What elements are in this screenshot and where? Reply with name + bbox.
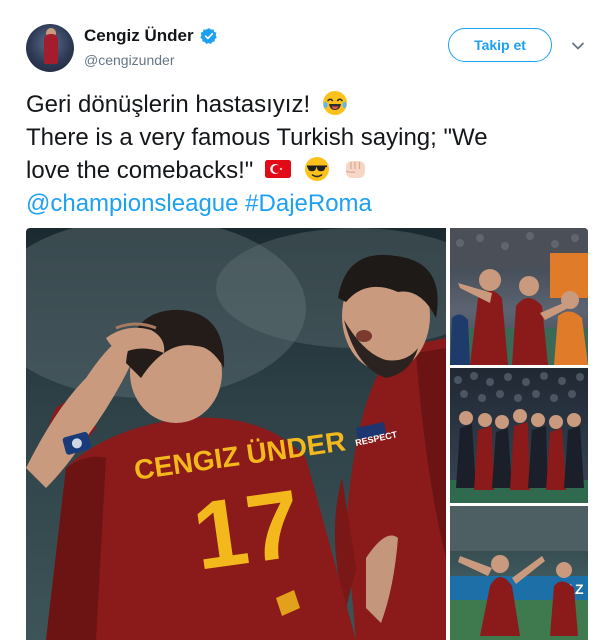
tweet-media: CENGIZ ÜNDER 17 RESPECT bbox=[26, 228, 588, 640]
tweet-line-3: love the comebacks!" bbox=[26, 154, 596, 187]
side-photo-1[interactable] bbox=[450, 228, 588, 365]
display-name[interactable]: Cengiz Ünder bbox=[84, 26, 194, 46]
face-with-tears-of-joy-icon bbox=[322, 91, 347, 115]
tweet-text: Geri dönüşlerin hastasıyız! There is a v… bbox=[26, 88, 596, 220]
tweet-line-4: @championsleague #DajeRoma bbox=[26, 187, 596, 220]
side-photo-3[interactable]: GAZ bbox=[450, 506, 588, 640]
name-row: Cengiz Ünder bbox=[84, 26, 218, 46]
tweet-line-2: There is a very famous Turkish saying; "… bbox=[26, 124, 488, 151]
tweet-line-1: Geri dönüşlerin hastasıyız! bbox=[26, 88, 596, 121]
follow-button[interactable]: Takip et bbox=[448, 28, 552, 62]
tweet-line-1-text: Geri dönüşlerin hastasıyız! bbox=[26, 91, 311, 118]
smiling-face-with-sunglasses-icon bbox=[304, 157, 329, 181]
side-photo-1-illustration bbox=[450, 228, 588, 365]
main-photo-illustration: CENGIZ ÜNDER 17 RESPECT bbox=[26, 228, 446, 640]
mention-link[interactable]: @championsleague bbox=[26, 190, 239, 217]
chevron-down-icon[interactable] bbox=[570, 38, 586, 54]
avatar-figure bbox=[44, 34, 58, 64]
side-photo-2-illustration bbox=[450, 372, 588, 503]
user-handle[interactable]: @cengizunder bbox=[84, 52, 175, 68]
jersey-number-text: 17 bbox=[187, 470, 308, 591]
flag-turkey-icon bbox=[264, 160, 291, 178]
side-photo-2[interactable] bbox=[450, 368, 588, 503]
verified-badge-icon bbox=[199, 28, 217, 45]
avatar[interactable] bbox=[26, 24, 74, 72]
main-photo[interactable]: CENGIZ ÜNDER 17 RESPECT bbox=[26, 228, 446, 640]
tweet-header: Cengiz Ünder @cengizunder Takip et bbox=[0, 0, 614, 80]
hashtag-link[interactable]: #DajeRoma bbox=[245, 190, 372, 217]
tweet-line-3-text: love the comebacks!" bbox=[26, 157, 254, 184]
oncoming-fist-icon bbox=[346, 161, 366, 178]
side-photo-3-illustration: GAZ bbox=[450, 506, 588, 640]
